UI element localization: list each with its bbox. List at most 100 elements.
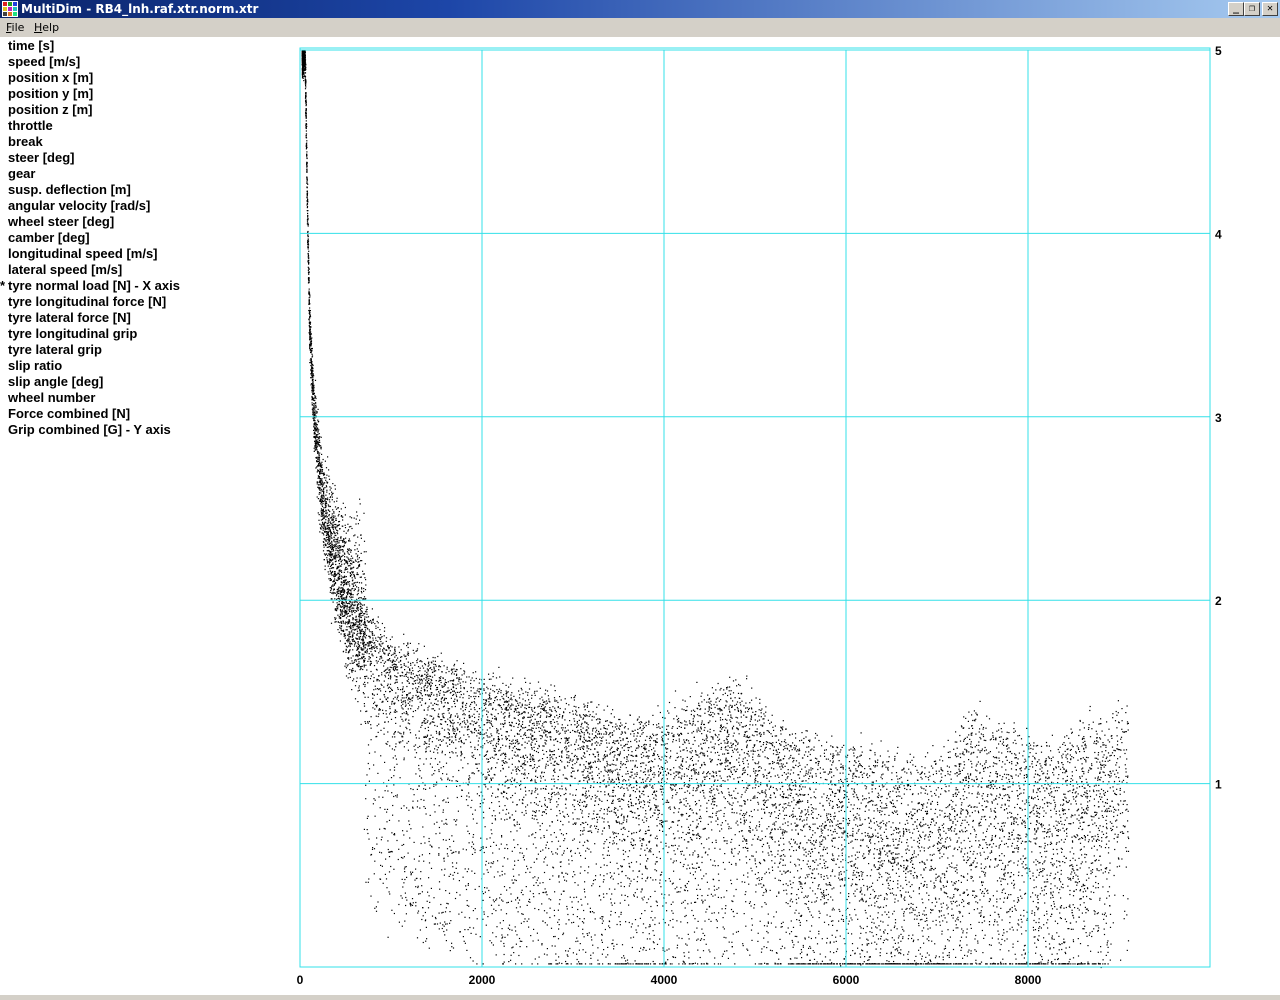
data-point: [500, 728, 502, 730]
data-point: [337, 515, 339, 517]
data-point: [980, 781, 982, 783]
data-point: [766, 785, 768, 787]
data-point: [708, 706, 710, 708]
data-point: [373, 873, 375, 875]
data-point: [639, 796, 641, 798]
data-point: [644, 746, 646, 748]
data-point: [649, 739, 651, 742]
data-point: [807, 800, 809, 802]
data-point: [751, 918, 753, 920]
data-point: [1067, 761, 1069, 763]
data-point: [449, 950, 451, 952]
data-point: [407, 708, 409, 710]
data-point: [985, 749, 987, 751]
data-point: [622, 738, 624, 740]
data-point: [506, 762, 508, 764]
data-point: [675, 774, 677, 776]
data-point: [672, 739, 674, 741]
data-point: [651, 910, 653, 912]
data-point: [885, 893, 887, 895]
data-point: [641, 843, 643, 845]
data-point: [711, 687, 713, 689]
data-point: [320, 503, 322, 505]
data-point: [674, 707, 676, 709]
data-point: [423, 645, 425, 647]
data-point: [1065, 921, 1068, 923]
data-point: [931, 940, 933, 942]
data-point: [950, 901, 952, 903]
data-point: [1083, 738, 1085, 740]
data-point: [711, 798, 713, 800]
data-point: [315, 405, 317, 407]
data-point: [587, 702, 589, 704]
data-point: [702, 828, 704, 830]
data-point: [946, 963, 948, 965]
data-point: [426, 742, 428, 745]
data-point: [914, 871, 916, 874]
data-point: [470, 696, 472, 698]
data-point: [649, 745, 651, 747]
data-point: [807, 907, 809, 909]
data-point: [523, 757, 525, 759]
data-point: [349, 585, 351, 587]
data-point: [556, 700, 558, 702]
data-point: [465, 888, 468, 891]
data-point: [610, 713, 612, 715]
data-point: [446, 853, 448, 855]
data-point: [541, 822, 543, 825]
data-point: [409, 704, 411, 706]
data-point: [733, 953, 735, 955]
data-point: [1032, 875, 1034, 877]
data-point: [703, 739, 706, 741]
scatter-chart[interactable]: 0 2000 4000 6000 800012345: [0, 0, 1280, 1000]
data-point: [929, 869, 931, 871]
data-point: [1090, 898, 1092, 900]
data-point: [1017, 860, 1019, 862]
data-point: [955, 867, 957, 869]
data-point: [532, 739, 534, 741]
data-point: [712, 770, 714, 773]
data-point: [610, 877, 612, 879]
data-point: [789, 815, 791, 817]
data-point: [660, 791, 663, 793]
data-point: [488, 701, 490, 703]
data-point: [1090, 870, 1092, 872]
data-point: [1110, 772, 1112, 774]
data-point: [1100, 766, 1102, 769]
data-point: [731, 811, 733, 814]
data-point: [832, 859, 834, 861]
data-point: [553, 761, 556, 763]
data-point: [351, 689, 353, 691]
data-point: [553, 744, 555, 746]
data-point: [1029, 752, 1031, 754]
data-point: [705, 943, 707, 945]
data-point: [325, 519, 327, 521]
data-point: [775, 741, 777, 743]
data-point: [358, 662, 360, 665]
data-point: [1097, 827, 1100, 829]
data-point: [382, 712, 384, 715]
data-point: [533, 738, 535, 740]
data-point: [424, 727, 426, 730]
data-point: [863, 798, 865, 800]
data-point: [929, 846, 931, 848]
data-point: [944, 775, 946, 777]
data-point: [537, 804, 539, 806]
data-point: [1074, 872, 1076, 874]
data-point: [331, 526, 333, 528]
data-point: [1054, 885, 1056, 887]
data-point: [1037, 812, 1039, 814]
data-point: [1075, 800, 1077, 802]
data-point: [570, 963, 572, 965]
data-point: [991, 846, 993, 848]
data-point: [1102, 756, 1104, 758]
data-point: [918, 888, 920, 890]
data-point: [420, 777, 423, 779]
data-point: [450, 697, 452, 699]
data-point: [600, 899, 602, 901]
data-point: [428, 877, 430, 879]
data-point: [332, 515, 335, 517]
data-point: [375, 627, 377, 629]
data-point: [386, 785, 388, 787]
data-point: [593, 781, 595, 783]
